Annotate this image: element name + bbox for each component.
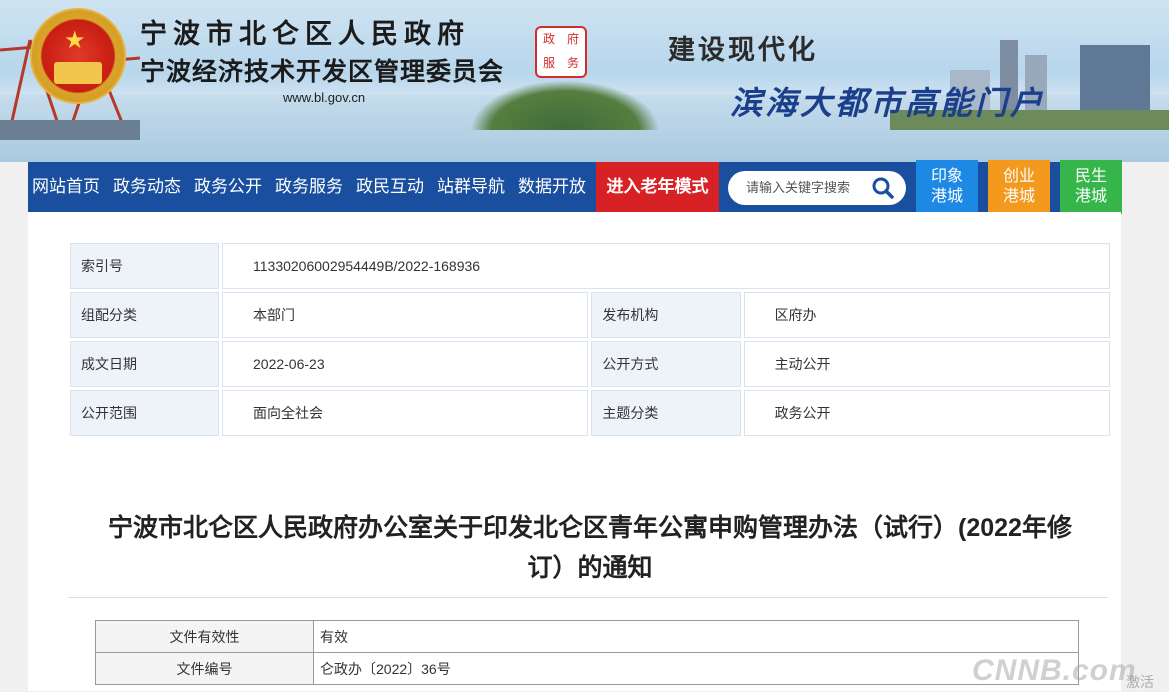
meta-label-index: 索引号 — [70, 243, 219, 289]
meta-value-topic: 政务公开 — [743, 390, 1110, 436]
slogan-line2: 滨海大都市高能门户 — [730, 84, 1046, 122]
meta-label-scope: 公开范围 — [70, 390, 219, 436]
meta-label-publisher: 发布机构 — [591, 292, 741, 338]
document-info-table: 文件有效性 有效 文件编号 仑政办〔2022〕36号 — [95, 620, 1079, 685]
committee-name: 宁波经济技术开发区管理委员会 — [140, 57, 505, 86]
watermark-logo: CNNB.com — [972, 654, 1137, 687]
meta-label-date: 成文日期 — [70, 341, 219, 387]
divider — [68, 597, 1108, 598]
meta-label-topic: 主题分类 — [591, 390, 741, 436]
seal-char: 政 — [542, 32, 555, 46]
nav-item-open-data[interactable]: 数据开放 — [518, 162, 586, 212]
seal-char: 务 — [566, 56, 579, 70]
search-box[interactable]: 请输入关键字搜索 — [728, 171, 906, 205]
tile-label-line2: 港城 — [1002, 188, 1035, 205]
table-row: 文件编号 仑政办〔2022〕36号 — [95, 652, 1079, 685]
meta-value-index: 11330206002954449B/2022-168936 — [222, 243, 1110, 289]
tile-label-line1: 创业 — [1002, 168, 1035, 185]
document-title: 宁波市北仑区人民政府办公室关于印发北仑区青年公寓申购管理办法（试行）(2022年… — [70, 508, 1110, 588]
info-value-number: 仑政办〔2022〕36号 — [313, 652, 1079, 685]
table-row: 成文日期 2022-06-23 公开方式 主动公开 — [70, 341, 1110, 387]
elder-mode-button[interactable]: 进入老年模式 — [596, 162, 719, 212]
site-url: www.bl.gov.cn — [283, 90, 366, 105]
document-meta-table: 索引号 11330206002954449B/2022-168936 组配分类 … — [67, 240, 1113, 439]
tile-label-line1: 印象 — [930, 168, 963, 185]
meta-value-scope: 面向全社会 — [222, 390, 589, 436]
document-title-line1: 宁波市北仑区人民政府办公室关于印发北仑区青年公寓申购管理办法（试行）(2022年… — [108, 514, 1072, 542]
table-row: 索引号 11330206002954449B/2022-168936 — [70, 243, 1110, 289]
meta-label-category: 组配分类 — [70, 292, 219, 338]
info-label-number: 文件编号 — [95, 652, 314, 685]
tile-label-line2: 港城 — [1074, 188, 1107, 205]
tile-startup-port-city[interactable]: 创业 港城 — [988, 160, 1050, 214]
meta-value-category: 本部门 — [222, 292, 589, 338]
seal-char: 服 — [542, 56, 555, 70]
info-label-validity: 文件有效性 — [95, 620, 314, 653]
nav-item-interaction[interactable]: 政民互动 — [356, 162, 424, 212]
table-row: 组配分类 本部门 发布机构 区府办 — [70, 292, 1110, 338]
meta-label-method: 公开方式 — [591, 341, 741, 387]
meta-value-date: 2022-06-23 — [222, 341, 589, 387]
gov-service-seal-icon[interactable]: 政 府 服 务 — [535, 26, 587, 78]
table-row: 文件有效性 有效 — [95, 620, 1079, 653]
nav-item-disclosure[interactable]: 政务公开 — [194, 162, 262, 212]
nav-item-services[interactable]: 政务服务 — [275, 162, 343, 212]
tile-label-line2: 港城 — [930, 188, 963, 205]
table-row: 公开范围 面向全社会 主题分类 政务公开 — [70, 390, 1110, 436]
meta-value-publisher: 区府办 — [743, 292, 1110, 338]
seal-char: 府 — [566, 32, 579, 46]
site-banner: ★ 宁波市北仑区人民政府 宁波经济技术开发区管理委员会 www.bl.gov.c… — [0, 0, 1169, 162]
watermark-sub: 激活 — [1126, 674, 1154, 690]
nav-item-news[interactable]: 政务动态 — [113, 162, 181, 212]
nav-item-site-group[interactable]: 站群导航 — [437, 162, 505, 212]
meta-value-method: 主动公开 — [743, 341, 1110, 387]
info-value-validity: 有效 — [313, 620, 1079, 653]
national-emblem-icon: ★ — [30, 8, 126, 104]
search-input[interactable]: 请输入关键字搜索 — [746, 171, 850, 205]
government-name: 宁波市北仑区人民政府 — [140, 19, 470, 50]
document-title-line2: 订）的通知 — [527, 554, 653, 582]
search-icon[interactable] — [872, 177, 894, 199]
tile-livelihood-port-city[interactable]: 民生 港城 — [1060, 160, 1122, 214]
tile-impression-port-city[interactable]: 印象 港城 — [916, 160, 978, 214]
slogan-line1: 建设现代化 — [668, 35, 818, 66]
nav-item-home[interactable]: 网站首页 — [32, 162, 100, 212]
tile-label-line1: 民生 — [1074, 168, 1107, 185]
